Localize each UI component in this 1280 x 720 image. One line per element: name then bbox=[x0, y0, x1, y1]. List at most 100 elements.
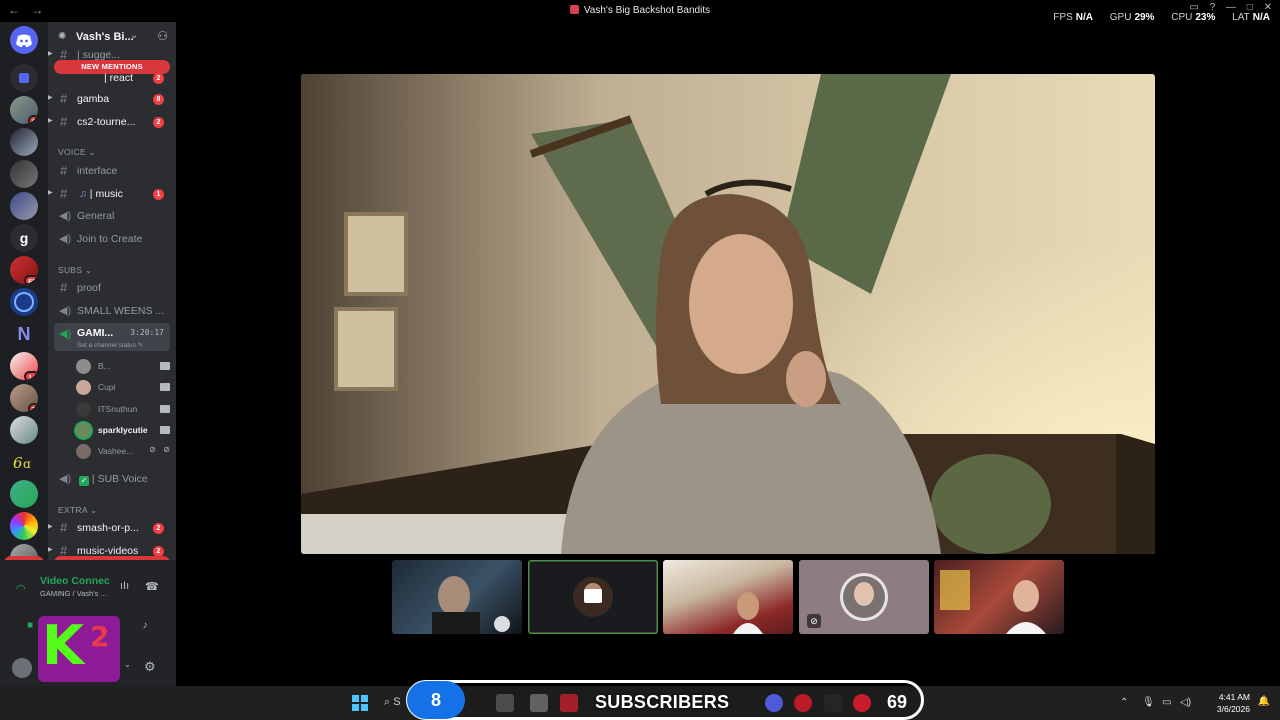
volume-icon[interactable]: ◁) bbox=[1180, 697, 1191, 708]
screen-share-badge-icon: ⊘ bbox=[807, 614, 821, 628]
channel-cs2-tournament[interactable]: ▶ # cs2-tourne... 2 bbox=[48, 111, 176, 133]
server-icon[interactable]: 14 bbox=[10, 352, 38, 380]
server-icon[interactable] bbox=[10, 480, 38, 508]
music-note-icon: ♫ bbox=[79, 188, 90, 200]
search-icon: ⌕ bbox=[384, 696, 391, 708]
user-avatar[interactable] bbox=[12, 658, 32, 678]
unread-count: 2 bbox=[153, 117, 164, 128]
avatar bbox=[76, 359, 91, 374]
avatar bbox=[76, 380, 91, 395]
speaker-icon: ◀) bbox=[59, 473, 72, 485]
server-icon[interactable] bbox=[10, 512, 38, 540]
channel-label: interface bbox=[77, 165, 118, 177]
server-icon[interactable]: g bbox=[10, 224, 38, 252]
channel-small-weens[interactable]: ◀) SMALL WEENS ... bbox=[48, 300, 176, 322]
hash-icon: # bbox=[60, 186, 68, 201]
participant-camera-off-tile[interactable] bbox=[528, 560, 658, 634]
server-icon[interactable] bbox=[10, 160, 38, 188]
participant-frame bbox=[940, 570, 1046, 634]
participant-video-tile[interactable] bbox=[934, 560, 1064, 634]
hash-icon: # bbox=[60, 91, 68, 106]
server-icon[interactable]: 6ɑ bbox=[10, 448, 38, 476]
direct-messages-icon[interactable] bbox=[10, 64, 38, 92]
video-stage: ⊘ bbox=[176, 22, 1280, 686]
channel-join-to-create[interactable]: ◀) Join to Create bbox=[48, 228, 176, 250]
disconnect-icon[interactable]: ☎ bbox=[145, 580, 159, 593]
channel-label-text: | SUB Voice bbox=[91, 473, 148, 485]
unread-count: 2 bbox=[153, 523, 164, 534]
voice-member[interactable]: Vashee... ⊘ ⊘ bbox=[76, 441, 170, 461]
taskbar-search[interactable]: ⌕ S bbox=[384, 696, 401, 709]
channel-general[interactable]: ◀) General bbox=[48, 205, 176, 227]
channel-gaming-active[interactable]: ◀) GAMI... 3:20:17 Set a channel status … bbox=[54, 323, 170, 351]
network-icon[interactable]: ▭ bbox=[1162, 697, 1171, 708]
server-icon[interactable] bbox=[10, 128, 38, 156]
category-subs[interactable]: SUBS ⌄ bbox=[58, 265, 92, 276]
channel-label: GAMI... bbox=[77, 327, 114, 339]
collapse-arrow-icon: ▶ bbox=[48, 95, 53, 101]
svg-text:6: 6 bbox=[13, 454, 23, 472]
server-icon[interactable] bbox=[10, 416, 38, 444]
voice-member[interactable]: ITSnuthun bbox=[76, 399, 170, 419]
invite-people-icon[interactable]: ⚇ bbox=[157, 29, 168, 43]
server-icon bbox=[569, 5, 579, 14]
channel-gamba[interactable]: ▶ # gamba 8 bbox=[48, 88, 176, 110]
camera-icon bbox=[160, 362, 170, 370]
gear-icon[interactable]: ⚙ bbox=[144, 659, 156, 675]
category-extra[interactable]: EXTRA ⌄ bbox=[58, 505, 97, 516]
svg-text:ɑ: ɑ bbox=[23, 457, 31, 471]
channel-sub-voice[interactable]: ◀) ✓ | SUB Voice bbox=[48, 468, 176, 490]
clock-date: 3/6/2026 bbox=[1216, 704, 1250, 714]
collapse-arrow-icon: ▶ bbox=[48, 547, 53, 553]
voice-member[interactable]: B... bbox=[76, 356, 170, 376]
member-name: Cupi bbox=[98, 382, 116, 392]
participant-video-tile[interactable] bbox=[392, 560, 522, 634]
chevron-up-icon[interactable]: ⌃ bbox=[1120, 697, 1128, 708]
server-icon[interactable]: 9 bbox=[10, 96, 38, 124]
focused-video-feed[interactable] bbox=[301, 74, 1155, 554]
signal-icon[interactable]: ◠ bbox=[16, 582, 26, 595]
channel-react[interactable]: | react 2 bbox=[48, 66, 176, 88]
system-tray: ⌃ 🎙 ▭ ◁) 4:41 AM 3/6/2026 🔔 bbox=[1120, 686, 1270, 720]
channel-proof[interactable]: # proof bbox=[48, 277, 176, 299]
camera-icon bbox=[160, 426, 170, 434]
voice-status: ◠ Video Connected GAMING / Vash's ... ıI… bbox=[0, 572, 176, 612]
category-label: VOICE bbox=[58, 147, 86, 157]
participant-frame bbox=[432, 576, 510, 634]
voice-member-speaking[interactable]: sparklycutie bbox=[76, 420, 170, 440]
server-boost-icon: ✺ bbox=[58, 31, 67, 42]
collapse-arrow-icon: ▶ bbox=[48, 190, 53, 196]
chevron-down-icon[interactable]: ⌄ bbox=[124, 660, 131, 669]
channel-music[interactable]: ▶ # ♫ | music 1 bbox=[48, 183, 176, 205]
server-icon[interactable]: 68 bbox=[10, 256, 38, 284]
server-icon[interactable]: N bbox=[10, 320, 38, 348]
server-badge: 68 bbox=[24, 275, 38, 284]
windows-start-icon[interactable] bbox=[352, 695, 368, 711]
kick-count-glyph: 2 bbox=[90, 620, 110, 653]
server-icon[interactable] bbox=[10, 192, 38, 220]
channel-status[interactable]: Set a channel status ✎ bbox=[77, 341, 143, 349]
participant-video-tile[interactable] bbox=[663, 560, 793, 634]
channel-interface[interactable]: # interface bbox=[48, 160, 176, 182]
microphone-icon[interactable]: 🎙 bbox=[1142, 697, 1155, 708]
member-name: Vashee... bbox=[98, 446, 134, 456]
channel-smash-or-pass[interactable]: ▶ # smash-or-p... 2 bbox=[48, 517, 176, 539]
category-voice[interactable]: VOICE ⌄ bbox=[58, 147, 96, 158]
speaker-icon: ◀) bbox=[59, 233, 72, 245]
participant-video-tile[interactable]: ⊘ bbox=[799, 560, 929, 634]
noise-suppression-icon[interactable]: ıIı bbox=[120, 580, 129, 592]
voice-member[interactable]: Cupi bbox=[76, 377, 170, 397]
kick-k-glyph: K bbox=[42, 616, 84, 677]
voice-connected-label[interactable]: Video Connected bbox=[40, 575, 110, 587]
server-icon[interactable] bbox=[10, 288, 38, 316]
channel-label: proof bbox=[77, 282, 101, 294]
server-badge: 7 bbox=[28, 403, 38, 412]
soundboard-button[interactable]: ♪ bbox=[129, 616, 161, 636]
clock[interactable]: 4:41 AM 3/6/2026 bbox=[1217, 691, 1250, 715]
voice-location[interactable]: GAMING / Vash's ... bbox=[40, 589, 107, 598]
clock-time: 4:41 AM bbox=[1218, 692, 1250, 702]
server-icon[interactable]: 7 bbox=[10, 384, 38, 412]
notifications-icon[interactable]: 🔔 bbox=[1258, 696, 1270, 707]
unread-count: 1 bbox=[153, 189, 164, 200]
discord-home-icon[interactable] bbox=[10, 26, 38, 54]
